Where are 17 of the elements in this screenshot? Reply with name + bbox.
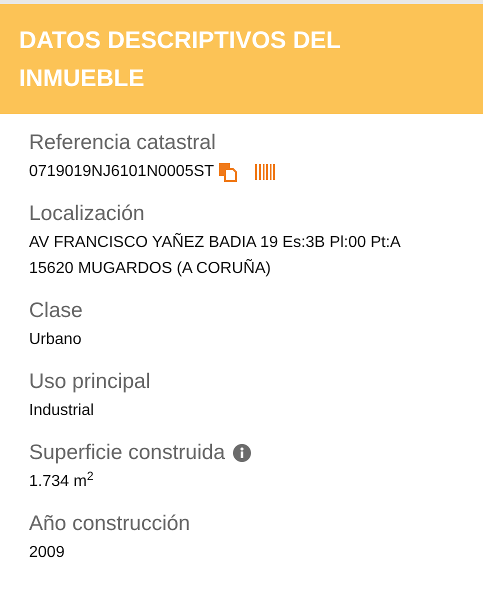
field-value: AV FRANCISCO YAÑEZ BADIA 19 Es:3B Pl:00 Pt:A (29, 232, 401, 253)
field-label: Superficie construida (29, 440, 226, 466)
copy-icon[interactable] (218, 162, 238, 182)
field-value: 15620 MUGARDOS (A CORUÑA) (29, 258, 271, 279)
field-label: Localización (29, 201, 145, 227)
field-value: 0719019NJ6101N0005ST (29, 162, 214, 182)
field-value: Urbano (29, 330, 82, 350)
barcode-icon[interactable] (254, 163, 276, 181)
field-label: Año construcción (29, 511, 190, 537)
field-label: Referencia catastral (29, 130, 216, 156)
field-label: Uso principal (29, 369, 150, 395)
field-value: Industrial (29, 401, 94, 421)
field-label: Clase (29, 298, 83, 324)
header-title: DATOS DESCRIPTIVOS DEL INMUEBLE (19, 26, 342, 94)
info-icon[interactable] (233, 444, 252, 462)
field-value: 1.734 m$^{2}$ (29, 469, 94, 492)
field-value: 2009 (29, 543, 65, 563)
